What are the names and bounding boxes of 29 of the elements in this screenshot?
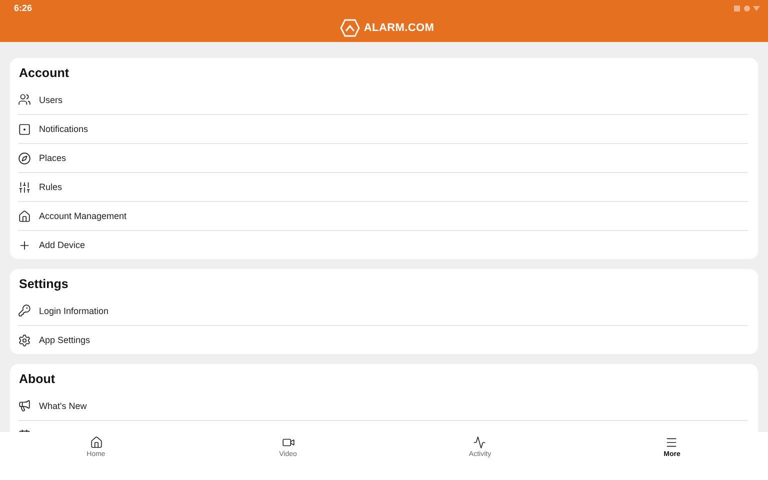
megaphone-icon <box>18 399 31 412</box>
menu-item[interactable]: Login Information <box>39 306 109 316</box>
users-icon <box>18 93 31 106</box>
section-title: Account <box>18 64 70 82</box>
menu-item[interactable]: Places <box>39 153 66 163</box>
menu-item[interactable]: What's New <box>39 400 87 410</box>
menu-item[interactable]: Rules <box>39 182 62 192</box>
status-time: 6:26 <box>14 3 32 13</box>
menu-item[interactable]: App Settings <box>39 335 90 345</box>
menu-item[interactable]: Add Device <box>39 240 86 250</box>
plus-icon <box>18 238 31 252</box>
house-icon <box>18 210 31 222</box>
key-icon <box>18 304 31 317</box>
video-icon <box>282 436 294 449</box>
logo-text: ALARM.COM <box>364 22 434 34</box>
notification-icon <box>18 122 31 136</box>
sliders-icon <box>18 180 31 194</box>
menu-icon <box>665 436 678 449</box>
activity-icon <box>473 436 486 449</box>
section-title: About <box>18 370 56 388</box>
section-title: Settings <box>18 276 70 293</box>
status-icons <box>734 4 760 12</box>
menu-item[interactable]: Account Management <box>39 211 127 221</box>
settings-icon <box>18 334 31 346</box>
house-icon <box>90 436 102 449</box>
logo-icon <box>340 19 360 37</box>
menu-item[interactable]: Users <box>39 94 63 104</box>
menu-item[interactable]: Notifications <box>39 124 88 134</box>
compass-icon <box>18 152 31 164</box>
